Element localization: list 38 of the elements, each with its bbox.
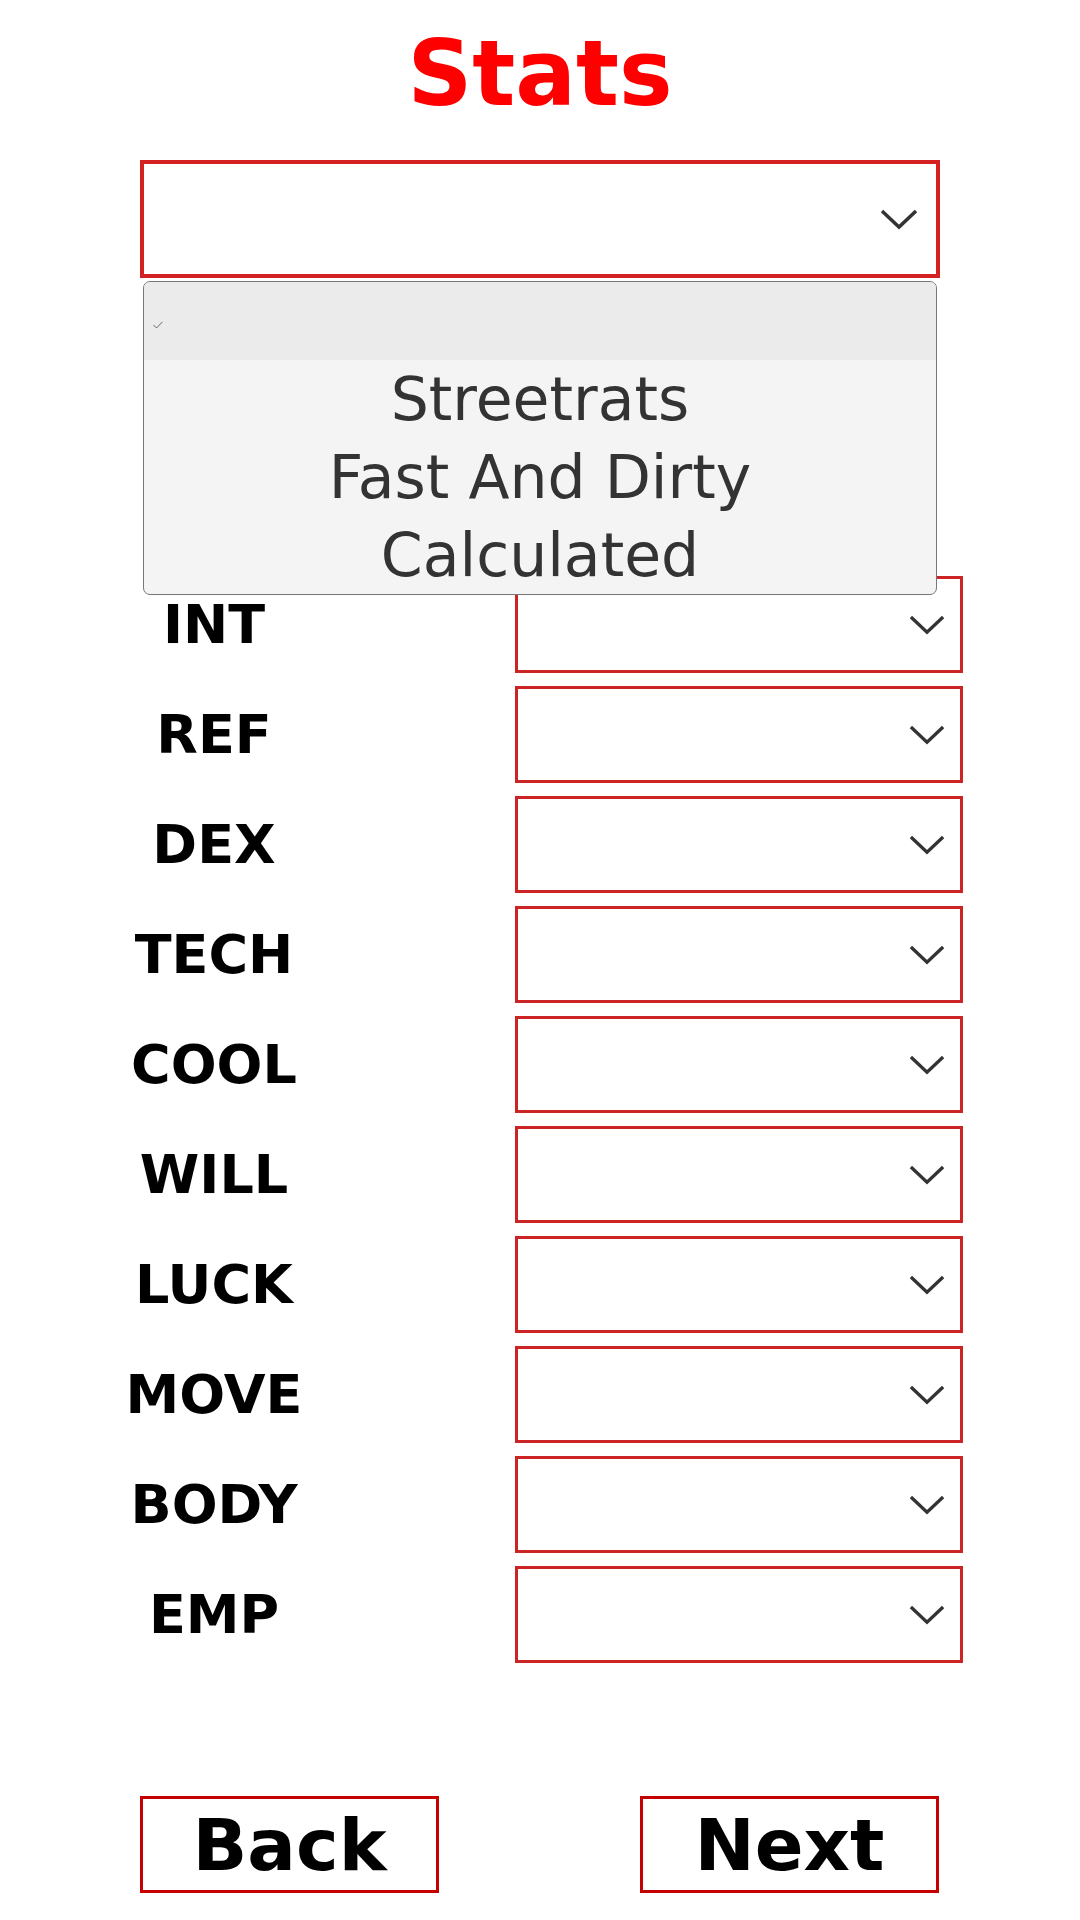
stat-label: TECH [133, 927, 295, 982]
rank-select[interactable] [515, 1456, 963, 1553]
rank-select[interactable] [515, 1236, 963, 1333]
chevron-down-icon [909, 1494, 945, 1515]
chevron-down-icon [909, 1274, 945, 1295]
stat-label: COOL [130, 1037, 298, 1092]
dropdown-option[interactable]: Calculated [144, 516, 936, 594]
stat-label: EMP [147, 1587, 281, 1642]
rank-select[interactable] [515, 1566, 963, 1663]
rank-select[interactable] [515, 906, 963, 1003]
chevron-down-icon [880, 208, 918, 230]
rank-select[interactable] [515, 1016, 963, 1113]
chevron-down-icon [909, 1164, 945, 1185]
rank-select[interactable] [515, 1346, 963, 1443]
next-button[interactable]: Next [640, 1796, 939, 1893]
chevron-down-icon [909, 1054, 945, 1075]
chevron-down-icon [909, 944, 945, 965]
stat-label: REF [155, 707, 273, 762]
chevron-down-icon [909, 1384, 945, 1405]
stat-label: WILL [138, 1147, 290, 1202]
stat-label: LUCK [134, 1257, 295, 1312]
chevron-down-icon [909, 724, 945, 745]
rank-select[interactable] [515, 686, 963, 783]
dropdown-option[interactable]: Streetrats [144, 360, 936, 438]
stat-label: BODY [129, 1477, 299, 1532]
dropdown-option[interactable]: Fast And Dirty [144, 438, 936, 516]
chevron-down-icon [909, 614, 945, 635]
stat-label: INT [161, 597, 267, 652]
check-icon [153, 321, 163, 330]
stat-label: DEX [151, 817, 277, 872]
chevron-down-icon [909, 1604, 945, 1625]
rank-select[interactable] [515, 796, 963, 893]
chevron-down-icon [909, 834, 945, 855]
page-title: Stats [406, 20, 674, 128]
back-button[interactable]: Back [140, 1796, 439, 1893]
preset-select[interactable] [140, 160, 940, 278]
stat-label: MOVE [124, 1367, 304, 1422]
rank-select[interactable] [515, 1126, 963, 1223]
